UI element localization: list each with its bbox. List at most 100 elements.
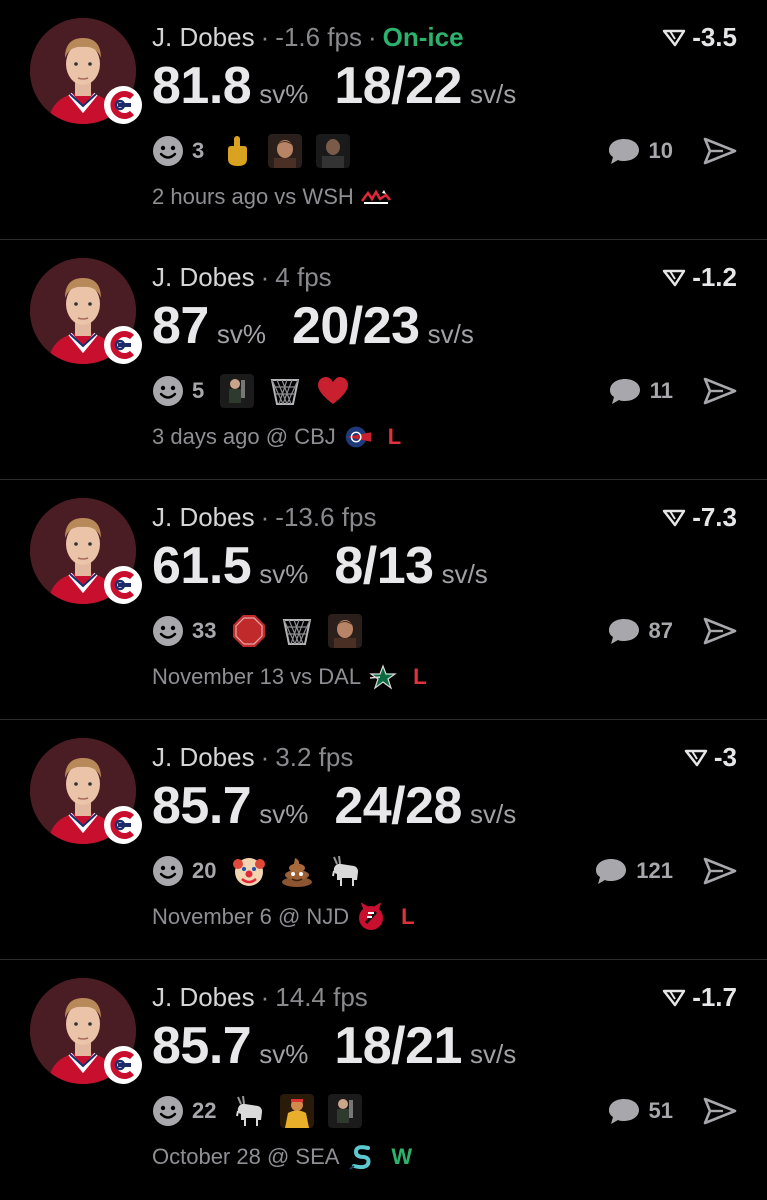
- comment-icon[interactable]: [607, 136, 641, 166]
- share-send-icon[interactable]: [703, 376, 737, 406]
- man-gif-icon[interactable]: [316, 134, 351, 168]
- devils-logo: [355, 903, 387, 930]
- game-result: L: [413, 664, 427, 689]
- player-name[interactable]: J. Dobes: [152, 982, 255, 1012]
- stats-row: 87 sv% 20/23 sv/s: [152, 296, 474, 356]
- save-percentage: 87: [152, 297, 209, 355]
- comments-area: 10: [607, 133, 737, 169]
- player-name[interactable]: J. Dobes: [152, 502, 255, 532]
- player-gif-icon[interactable]: [220, 374, 255, 408]
- basket-icon[interactable]: [280, 614, 314, 648]
- player-gif-icon[interactable]: [328, 1094, 363, 1128]
- stop-sign-icon[interactable]: [232, 614, 266, 648]
- player-name[interactable]: J. Dobes: [152, 22, 255, 52]
- middle-finger-icon[interactable]: [220, 134, 254, 168]
- comment-count: 121: [636, 858, 673, 883]
- smiley-icon[interactable]: [152, 375, 184, 407]
- comments-area: 121: [594, 853, 737, 889]
- saves-shots-unit: sv/s: [469, 1039, 517, 1069]
- share-send-icon[interactable]: [703, 136, 737, 166]
- reactions-row: 33: [152, 613, 376, 649]
- fps-value: -1.6 fps: [275, 22, 362, 52]
- player-name[interactable]: J. Dobes: [152, 262, 255, 292]
- game-time[interactable]: November 6 @ NJD: [152, 904, 349, 930]
- save-percentage: 85.7: [152, 1017, 252, 1075]
- reaction-count: 22: [192, 1098, 217, 1123]
- game-time[interactable]: 3 days ago @ CBJ: [152, 424, 336, 450]
- post-header: J. Dobes · 3.2 fps: [152, 742, 353, 773]
- save-percentage: 61.5: [152, 537, 252, 595]
- post-header: J. Dobes · 14.4 fps: [152, 982, 368, 1013]
- smiley-icon[interactable]: [152, 615, 184, 647]
- comment-icon[interactable]: [607, 1096, 641, 1126]
- game-info: November 6 @ NJD L: [152, 903, 415, 930]
- post-card[interactable]: J. Dobes · -13.6 fps -7.3 61.5 sv% 8/13 sv…: [0, 480, 767, 720]
- kraken-logo: [345, 1144, 377, 1170]
- stats-row: 85.7 sv% 18/21 sv/s: [152, 1016, 516, 1076]
- fps-value: -13.6 fps: [275, 502, 377, 532]
- avatar[interactable]: [30, 498, 142, 606]
- goat-icon[interactable]: [328, 854, 362, 888]
- avatar[interactable]: [30, 738, 142, 846]
- reaction-count: 5: [192, 378, 205, 403]
- comment-icon[interactable]: [594, 856, 628, 886]
- delta-value: -3.5: [692, 22, 737, 52]
- clown-icon[interactable]: [232, 854, 266, 888]
- rating-delta: -1.2: [662, 262, 737, 293]
- game-time[interactable]: 2 hours ago vs WSH: [152, 184, 354, 210]
- game-time[interactable]: October 28 @ SEA: [152, 1144, 339, 1170]
- comments-area: 11: [608, 373, 737, 409]
- face-gif-icon[interactable]: [328, 614, 363, 648]
- save-percentage: 85.7: [152, 777, 252, 835]
- comment-count: 87: [648, 618, 673, 643]
- smiley-icon[interactable]: [152, 1095, 184, 1127]
- rating-delta: -1.7: [662, 982, 737, 1013]
- fps-value: 4 fps: [275, 262, 332, 292]
- face-gif-icon[interactable]: [268, 134, 303, 168]
- saves-shots: 8/13: [334, 537, 434, 595]
- avatar[interactable]: [30, 258, 142, 366]
- comment-count: 51: [648, 1098, 673, 1123]
- avatar[interactable]: [30, 978, 142, 1086]
- funnel-arrow-icon: [662, 29, 686, 46]
- stars-logo: [367, 664, 399, 690]
- canadiens-logo: [104, 1046, 142, 1084]
- basket-icon[interactable]: [268, 374, 302, 408]
- post-card[interactable]: J. Dobes · -1.6 fps · On-ice -3.5 81.8 sv% 1…: [0, 0, 767, 240]
- reaction-count: 20: [192, 858, 217, 883]
- avatar[interactable]: [30, 18, 142, 126]
- post-card[interactable]: J. Dobes · 4 fps -1.2 87 sv% 20/23 sv/s 5: [0, 240, 767, 480]
- heart-icon[interactable]: [316, 374, 350, 408]
- share-send-icon[interactable]: [703, 616, 737, 646]
- smiley-icon[interactable]: [152, 855, 184, 887]
- game-time[interactable]: November 13 vs DAL: [152, 664, 361, 690]
- saves-shots-unit: sv/s: [469, 79, 517, 109]
- stats-row: 61.5 sv% 8/13 sv/s: [152, 536, 488, 596]
- save-percentage-unit: sv%: [259, 799, 309, 829]
- post-card[interactable]: J. Dobes · 14.4 fps -1.7 85.7 sv% 18/21 sv…: [0, 960, 767, 1200]
- game-info: October 28 @ SEA W: [152, 1144, 412, 1170]
- saves-shots-unit: sv/s: [427, 319, 474, 349]
- share-send-icon[interactable]: [703, 1096, 737, 1126]
- canadiens-logo: [104, 806, 142, 844]
- save-percentage-unit: sv%: [259, 1039, 309, 1069]
- comment-icon[interactable]: [607, 616, 641, 646]
- comment-icon[interactable]: [608, 376, 642, 406]
- funnel-arrow-icon: [662, 989, 686, 1006]
- saves-shots: 18/21: [334, 1017, 462, 1075]
- post-card[interactable]: J. Dobes · 3.2 fps -3 85.7 sv% 24/28 sv/s …: [0, 720, 767, 960]
- wrestler-gif-icon[interactable]: [280, 1094, 315, 1128]
- poop-icon[interactable]: [280, 854, 314, 888]
- saves-shots: 20/23: [291, 297, 420, 355]
- separator-dot: ·: [260, 502, 270, 532]
- separator-dot: ·: [260, 982, 270, 1012]
- smiley-icon[interactable]: [152, 135, 184, 167]
- funnel-arrow-icon: [684, 749, 708, 766]
- goat-icon[interactable]: [232, 1094, 266, 1128]
- canadiens-logo: [104, 566, 142, 604]
- canadiens-logo: [104, 86, 142, 124]
- share-send-icon[interactable]: [703, 856, 737, 886]
- game-info: 2 hours ago vs WSH: [152, 184, 392, 210]
- separator-dot: ·: [260, 742, 270, 772]
- player-name[interactable]: J. Dobes: [152, 742, 255, 772]
